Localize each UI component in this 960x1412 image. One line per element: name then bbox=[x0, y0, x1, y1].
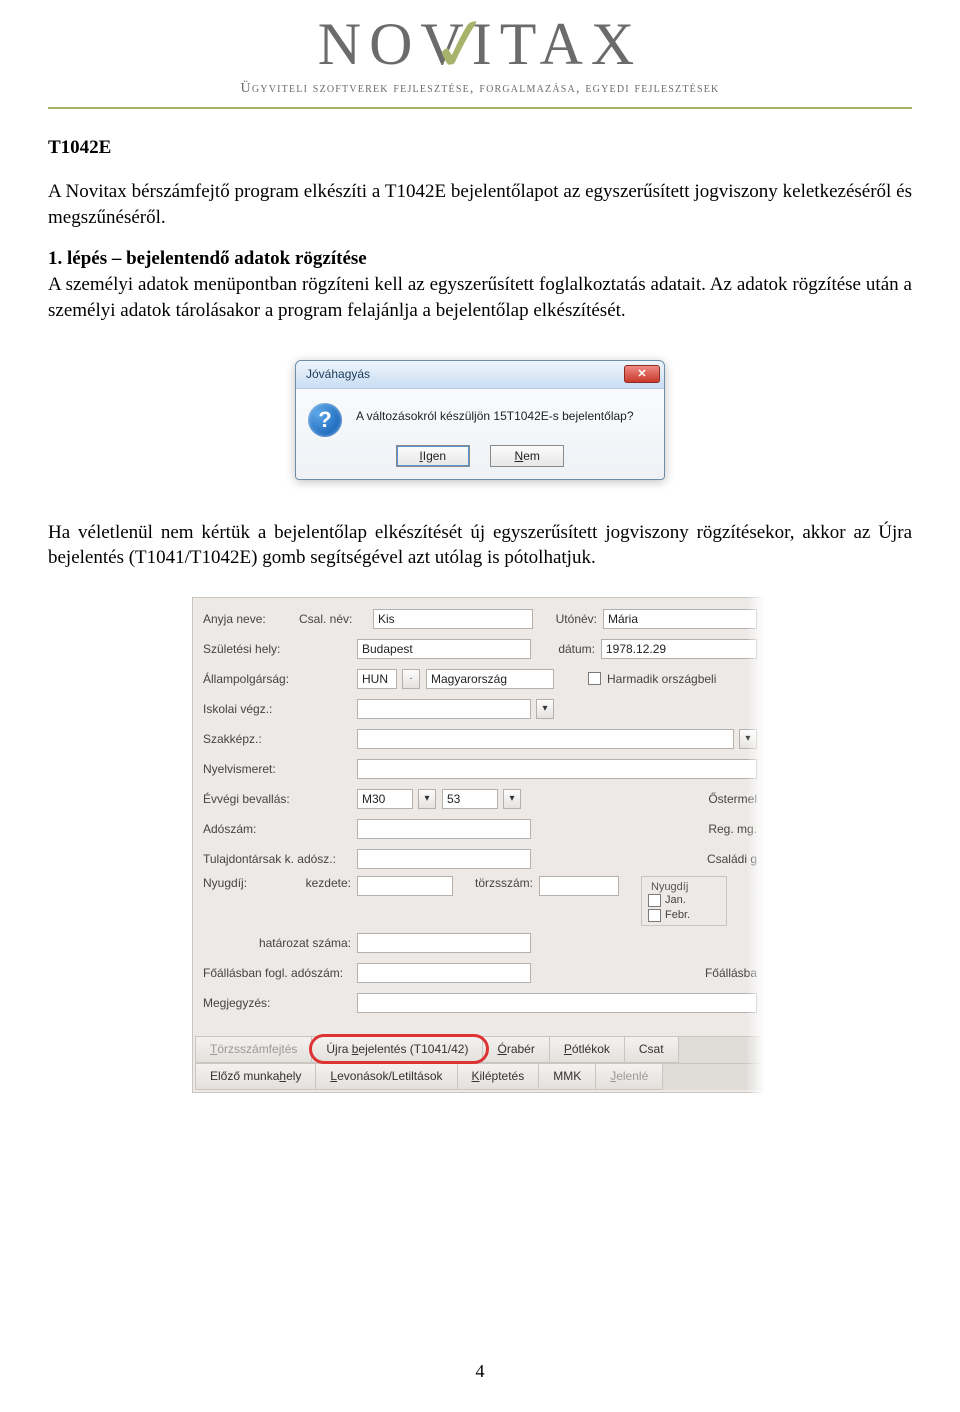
label-csaladi: Családi g bbox=[707, 852, 757, 866]
personal-data-form: Anyja neve: Csal. név: Kis Utónév: Mária… bbox=[192, 597, 768, 1093]
dialog-message: A változásokról készüljön 15T1042E-s bej… bbox=[356, 403, 652, 423]
label-ostermel: Őstermel bbox=[708, 792, 757, 806]
input-tulajd[interactable] bbox=[357, 849, 531, 869]
step-paragraph: A személyi adatok menüpontban rögzíteni … bbox=[48, 272, 912, 323]
btn-mmk[interactable]: MMK bbox=[538, 1064, 596, 1090]
input-utonev[interactable]: Mária bbox=[603, 609, 757, 629]
step-heading: 1. lépés – bejelentendő adatok rögzítése bbox=[48, 248, 912, 270]
input-torzsszam[interactable] bbox=[539, 876, 619, 896]
confirmation-dialog: Jóváhagyás ✕ ? A változásokról készüljön… bbox=[295, 360, 665, 480]
input-datum[interactable]: 1978.12.29 bbox=[601, 639, 757, 659]
btn-torzsszamfejtes[interactable]: TörzsszámfejtésTörzsszámfejtés bbox=[195, 1037, 312, 1063]
input-kezdete[interactable] bbox=[357, 876, 453, 896]
yes-button[interactable]: IIgenIgen bbox=[396, 445, 470, 467]
logo-checkmark-icon: ✓ bbox=[424, 0, 498, 93]
label-nyugdij: Nyugdíj: bbox=[203, 876, 271, 890]
input-hatsz[interactable] bbox=[357, 933, 531, 953]
label-megj: Megjegyzés: bbox=[203, 996, 351, 1010]
checkbox-jan[interactable] bbox=[648, 894, 661, 907]
label-foallasba: Főállásba bbox=[705, 966, 757, 980]
label-iskolai: Iskolai végz.: bbox=[203, 702, 351, 716]
input-adoszam[interactable] bbox=[357, 819, 531, 839]
input-iskolai[interactable] bbox=[357, 699, 531, 719]
legend-nyugdij: Nyugdíj bbox=[648, 881, 691, 893]
label-kezdete: kezdete: bbox=[277, 876, 351, 890]
btn-elozo-munkahely[interactable]: Előző munkahelyElőző munkahely bbox=[195, 1064, 316, 1090]
label-febr: Febr. bbox=[665, 908, 690, 923]
checkbox-harmadik[interactable] bbox=[588, 672, 601, 685]
no-button[interactable]: NemNem bbox=[490, 445, 564, 467]
label-anyja: Anyja neve: bbox=[203, 612, 293, 626]
chevron-down-icon[interactable]: ▾ bbox=[739, 729, 757, 749]
question-icon: ? bbox=[308, 403, 342, 437]
chevron-down-icon[interactable]: ▾ bbox=[536, 699, 554, 719]
label-adoszam: Adószám: bbox=[203, 822, 351, 836]
input-allampolg-code[interactable]: HUN bbox=[357, 669, 397, 689]
lookup-button[interactable]: · bbox=[402, 669, 420, 689]
header-rule bbox=[48, 107, 912, 109]
btn-oraber[interactable]: ÓrabérÓrabér bbox=[482, 1037, 549, 1063]
input-megj[interactable] bbox=[357, 993, 757, 1013]
btn-levonasok[interactable]: Levonások/LetiltásokLevonások/Letiltások bbox=[315, 1064, 457, 1090]
btn-csat[interactable]: Csat bbox=[624, 1037, 679, 1063]
input-allampolg-name[interactable]: Magyarország bbox=[426, 669, 554, 689]
btn-potlekok[interactable]: PótlékokPótlékok bbox=[549, 1037, 625, 1063]
input-szakkepz[interactable] bbox=[357, 729, 734, 749]
label-allampolg: Állampolgárság: bbox=[203, 672, 351, 686]
chevron-down-icon[interactable]: ▾ bbox=[418, 789, 436, 809]
section-title: T1042E bbox=[48, 137, 912, 159]
label-datum: dátum: bbox=[537, 642, 595, 656]
label-csal-nev: Csal. név: bbox=[299, 612, 367, 626]
btn-jelenle[interactable]: JelenléJelenlé bbox=[595, 1064, 663, 1090]
input-evvegi-a[interactable]: M30 bbox=[357, 789, 413, 809]
input-nyelv[interactable] bbox=[357, 759, 757, 779]
label-utonev: Utónév: bbox=[539, 612, 597, 626]
page-number: 4 bbox=[0, 1361, 960, 1382]
checkbox-febr[interactable] bbox=[648, 909, 661, 922]
label-hatsz: határozat száma: bbox=[203, 936, 351, 950]
label-evvegi: Évvégi bevallás: bbox=[203, 792, 351, 806]
input-csal-nev[interactable]: Kis bbox=[373, 609, 533, 629]
label-szul-hely: Születési hely: bbox=[203, 642, 351, 656]
label-szakkepz: Szakképz.: bbox=[203, 732, 351, 746]
label-foall: Főállásban fogl. adószám: bbox=[203, 966, 351, 980]
chevron-down-icon[interactable]: ▾ bbox=[503, 789, 521, 809]
intro-paragraph: A Novitax bérszámfejtő program elkészíti… bbox=[48, 179, 912, 230]
followup-paragraph: Ha véletlenül nem kértük a bejelentőlap … bbox=[48, 520, 912, 571]
input-szul-hely[interactable]: Budapest bbox=[357, 639, 531, 659]
button-bar-2: Előző munkahelyElőző munkahely Levonások… bbox=[195, 1063, 765, 1090]
header-logo: NOVITAX ✓ Ügyviteli szoftverek fejleszté… bbox=[48, 10, 912, 97]
label-jan: Jan. bbox=[665, 893, 686, 908]
label-harmadik: Harmadik országbeli bbox=[607, 672, 716, 686]
label-nyelv: Nyelvismeret: bbox=[203, 762, 351, 776]
label-torzsszam: törzsszám: bbox=[459, 876, 533, 890]
highlight-ring bbox=[309, 1034, 489, 1064]
label-regmg: Reg. mg. bbox=[708, 822, 757, 836]
label-tulajd: Tulajdontársak k. adósz.: bbox=[203, 852, 351, 866]
close-icon[interactable]: ✕ bbox=[624, 365, 660, 383]
dialog-title: Jóváhagyás bbox=[306, 367, 370, 381]
input-foall[interactable] bbox=[357, 963, 531, 983]
input-evvegi-b[interactable]: 53 bbox=[442, 789, 498, 809]
btn-kileptetes[interactable]: KiléptetésKiléptetés bbox=[457, 1064, 540, 1090]
